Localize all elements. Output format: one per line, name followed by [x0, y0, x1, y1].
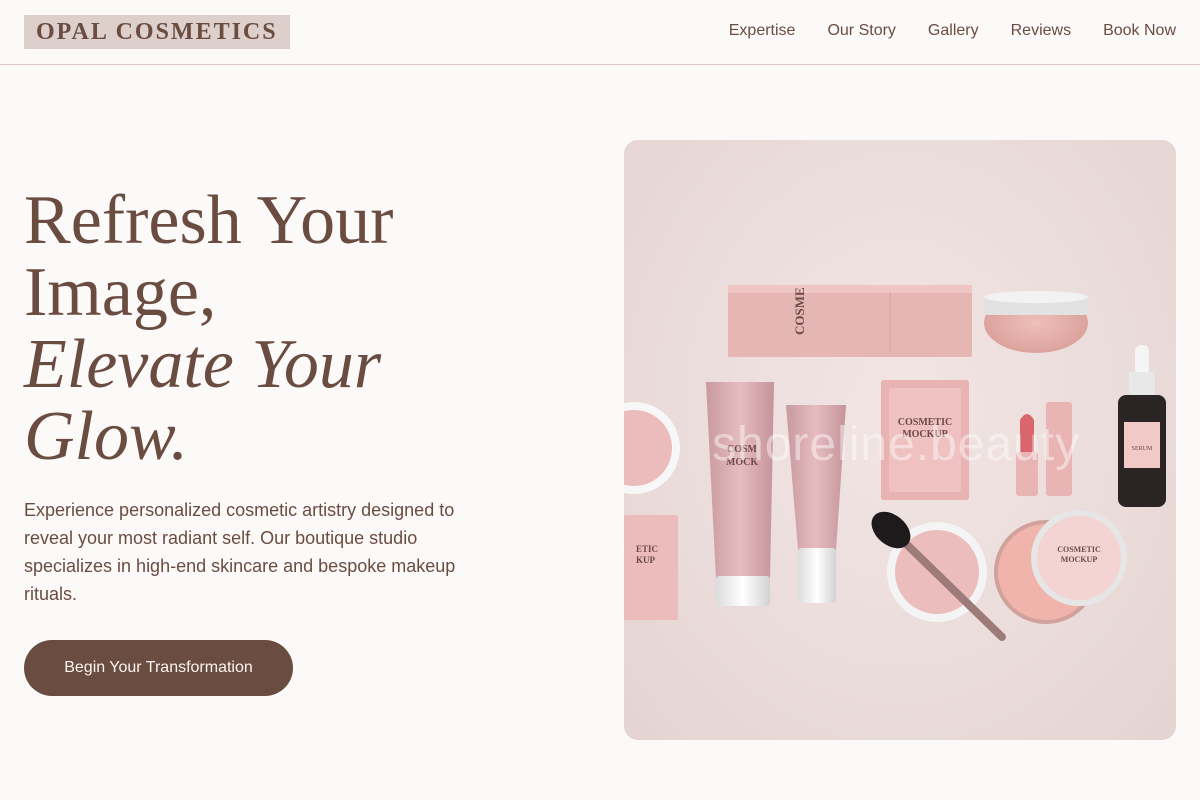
nav-item-book-now[interactable]: Book Now: [1103, 20, 1176, 42]
nav-item-gallery[interactable]: Gallery: [928, 20, 979, 42]
svg-text:ETIC: ETIC: [636, 544, 658, 554]
nav-item-our-story[interactable]: Our Story: [827, 20, 895, 42]
site-header: OPAL COSMETICS Expertise Our Story Galle…: [0, 0, 1200, 65]
hero-description: Experience personalized cosmetic artistr…: [24, 500, 456, 604]
nav-item-expertise[interactable]: Expertise: [729, 20, 796, 42]
svg-text:MOCKUP: MOCKUP: [1061, 555, 1098, 564]
hero-title-line-1: Refresh Your: [24, 182, 394, 259]
long-box: [728, 285, 972, 357]
brand-logo[interactable]: OPAL COSMETICS: [24, 15, 290, 49]
hero-title: Refresh Your Image, Elevate Your Glow.: [24, 185, 584, 473]
nav-item-reviews[interactable]: Reviews: [1011, 20, 1071, 42]
watermark-text: shoreline.beauty: [712, 418, 1081, 471]
begin-transformation-button[interactable]: Begin Your Transformation: [24, 640, 293, 696]
hero-title-line-3: Elevate Your: [24, 326, 382, 403]
hero-title-line-4: Glow.: [24, 398, 188, 475]
svg-text:KUP: KUP: [636, 555, 656, 565]
main-nav: Expertise Our Story Gallery Reviews Book…: [729, 20, 1176, 42]
svg-text:COSMETIC: COSMETIC: [1057, 545, 1101, 554]
svg-text:SERUM: SERUM: [1132, 446, 1153, 452]
box-label: COSME: [792, 287, 807, 335]
hero-title-line-2: Image,: [24, 254, 217, 331]
hero-product-image: COSME SERUM COSM MOCK COSMETIC MOCKUP ET…: [624, 140, 1176, 740]
